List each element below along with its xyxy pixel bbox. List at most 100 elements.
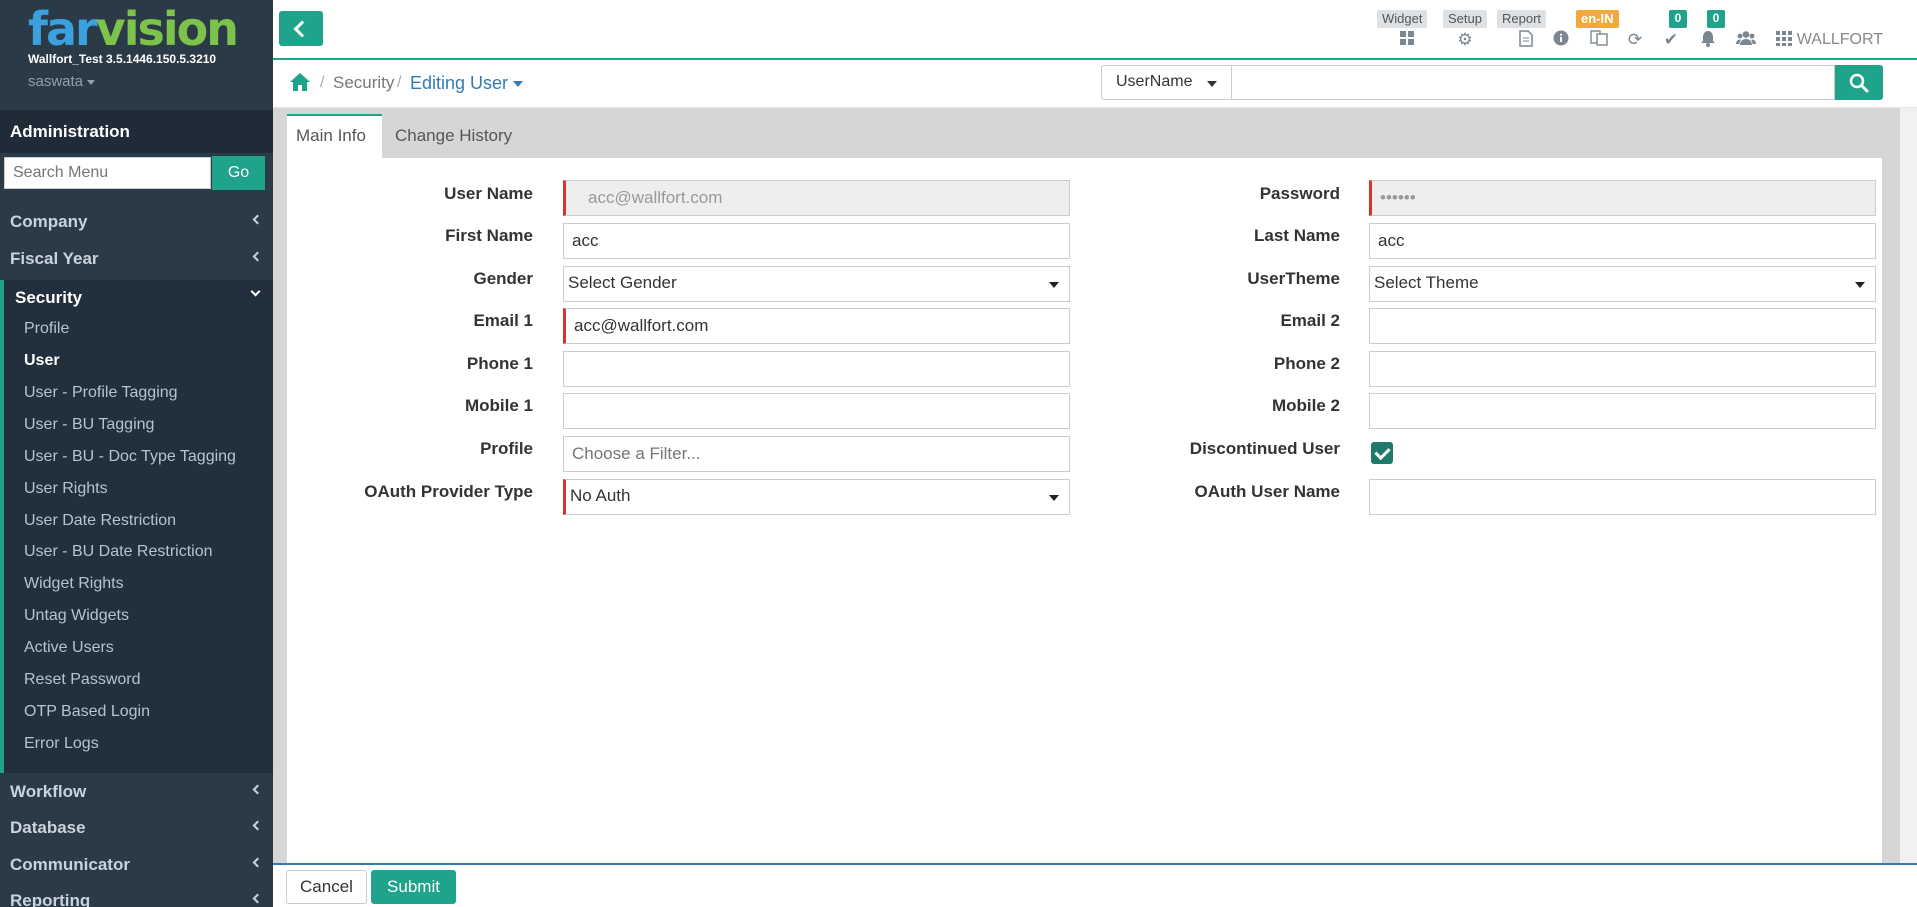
back-button[interactable] [279,11,323,46]
chevron-left-icon [252,784,263,795]
sidebar-item-company[interactable]: Company [0,206,273,240]
sidebar-item-untag-widgets[interactable]: Untag Widgets [24,607,129,625]
page-title: Editing User [410,73,509,93]
chevron-down-icon [1855,282,1865,288]
first-name-label: First Name [445,226,533,245]
company-name[interactable]: WALLFORT [1797,31,1883,49]
widget-label[interactable]: Widget [1377,10,1428,28]
chevron-down-icon [1049,282,1059,288]
discontinued-user-checkbox[interactable] [1371,442,1393,464]
first-name-field[interactable] [563,223,1070,259]
sidebar-item-security[interactable]: Security [15,288,82,308]
mobile2-field[interactable] [1369,393,1876,429]
oauth-user-name-field[interactable] [1369,479,1876,515]
sidebar-item-error-logs[interactable]: Error Logs [24,735,99,753]
breadcrumb-security[interactable]: Security [333,73,394,93]
gender-select[interactable]: Select Gender [563,266,1070,302]
submit-button[interactable]: Submit [371,870,456,904]
sidebar-item-database[interactable]: Database [0,812,273,846]
sidebar-item-communicator[interactable]: Communicator [0,849,273,883]
oauth-user-name-label: OAuth User Name [1194,482,1340,501]
user-menu[interactable]: saswata [28,73,96,90]
phone2-label: Phone 2 [1273,354,1340,373]
refresh-icon[interactable]: ⟳ [1625,30,1645,50]
sidebar-item-user-bu-doc-type-tagging[interactable]: User - BU - Doc Type Tagging [24,448,236,466]
email2-label: Email 2 [1280,311,1340,330]
sidebar-item-user-bu-date-restriction[interactable]: User - BU Date Restriction [24,543,213,561]
chevron-down-icon [513,81,524,88]
sidebar-item-profile[interactable]: Profile [24,320,69,338]
password-label: Password [1259,184,1340,203]
chevron-down-icon [1049,495,1059,501]
notifications-count-badge: 0 [1707,10,1725,28]
sidebar-item-fiscal-year[interactable]: Fiscal Year [0,243,273,277]
phone1-label: Phone 1 [466,354,533,373]
search-field-select[interactable]: UserName [1101,65,1232,100]
info-icon[interactable] [1551,30,1571,50]
sidebar-item-user[interactable]: User [24,352,60,370]
search-input[interactable] [1232,65,1835,100]
username-label: saswata [28,73,84,90]
language-badge[interactable]: en-IN [1576,10,1619,28]
sidebar-item-reset-password[interactable]: Reset Password [24,671,141,689]
discontinued-user-label: Discontinued User [1189,439,1340,458]
cancel-button[interactable]: Cancel [286,870,367,904]
sidebar-item-user-date-restriction[interactable]: User Date Restriction [24,512,176,530]
home-icon[interactable] [289,72,311,94]
check-icon[interactable]: ✔ [1661,30,1681,50]
password-field[interactable] [1369,180,1876,216]
go-button[interactable]: Go [212,156,265,190]
email1-field[interactable] [563,308,1070,344]
phone1-field[interactable] [563,351,1070,387]
oauth-provider-type-select[interactable]: No Auth [563,479,1070,515]
users-icon[interactable] [1736,30,1756,50]
breadcrumb-current-page[interactable]: Editing User [410,73,524,94]
sidebar-item-otp-based-login[interactable]: OTP Based Login [24,703,150,721]
sidebar-item-workflow[interactable]: Workflow [0,776,273,810]
app-version: Wallfort_Test 3.5.1446.150.5.3210 [28,52,217,66]
tab-change-history[interactable]: Change History [386,114,521,158]
search-field-label: UserName [1116,73,1193,90]
user-theme-label: UserTheme [1247,269,1340,288]
form-footer [273,863,1917,907]
tab-strip: Main Info Change History [287,114,1882,158]
sidebar-item-user-rights[interactable]: User Rights [24,480,108,498]
email2-field[interactable] [1369,308,1876,344]
tab-main-info[interactable]: Main Info [287,114,382,158]
sidebar: farvision Wallfort_Test 3.5.1446.150.5.3… [0,0,273,907]
sidebar-item-active-users[interactable]: Active Users [24,639,114,657]
search-menu-input[interactable] [4,157,211,189]
sidebar-item-reporting[interactable]: Reporting [0,885,273,907]
mobile1-label: Mobile 1 [464,396,533,415]
search-button[interactable] [1835,65,1883,100]
tasks-count-badge: 0 [1669,10,1687,28]
gender-label: Gender [473,269,533,288]
email1-label: Email 1 [473,311,533,330]
vertical-scrollbar[interactable] [1900,108,1917,907]
chevron-left-icon [252,214,263,225]
last-name-label: Last Name [1254,226,1340,245]
profile-label: Profile [480,439,533,458]
profile-filter-input[interactable] [563,436,1070,472]
document-icon[interactable] [1516,30,1536,50]
username-field[interactable] [563,180,1070,216]
translate-icon[interactable] [1589,30,1609,50]
widget-grid-icon[interactable] [1397,30,1417,50]
farvision-logo[interactable]: farvision [28,4,239,54]
report-label[interactable]: Report [1497,10,1547,28]
gear-icon[interactable]: ⚙ [1455,30,1475,50]
mobile2-label: Mobile 2 [1271,396,1340,415]
mobile1-field[interactable] [563,393,1070,429]
bell-icon[interactable] [1698,30,1718,50]
sidebar-item-user-profile-tagging[interactable]: User - Profile Tagging [24,384,178,402]
chevron-left-icon [252,820,263,831]
apps-grid-icon[interactable] [1774,30,1794,50]
phone2-field[interactable] [1369,351,1876,387]
last-name-field[interactable] [1369,223,1876,259]
user-theme-select[interactable]: Select Theme [1369,266,1876,302]
setup-label[interactable]: Setup [1443,10,1487,28]
sidebar-item-widget-rights[interactable]: Widget Rights [24,575,124,593]
oauth-provider-type-value: No Auth [570,486,631,505]
gender-value: Select Gender [568,273,677,292]
sidebar-item-user-bu-tagging[interactable]: User - BU Tagging [24,416,154,434]
